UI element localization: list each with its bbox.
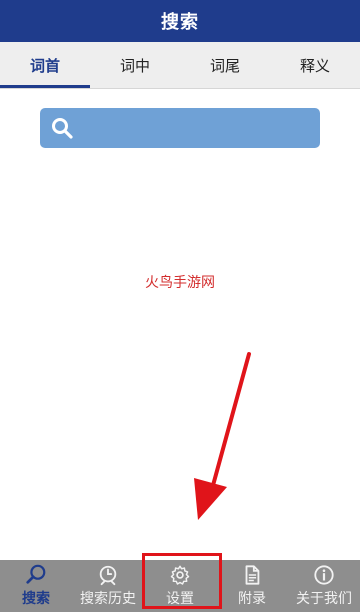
- tab-suffix[interactable]: 词尾: [180, 42, 270, 88]
- nav-about-label: 关于我们: [296, 591, 352, 607]
- nav-settings-label: 设置: [166, 591, 194, 607]
- search-input[interactable]: [74, 107, 320, 149]
- tab-definition[interactable]: 释义: [270, 42, 360, 88]
- nav-appendix-label: 附录: [238, 591, 266, 607]
- page-title: 搜索: [161, 12, 199, 33]
- info-icon: [314, 565, 334, 585]
- search-icon: [52, 118, 73, 139]
- search-bar[interactable]: [40, 107, 320, 149]
- bottom-nav: 搜索 搜索历史 设置 附录 关于我们: [0, 560, 360, 612]
- app-header: 搜索: [0, 0, 360, 42]
- nav-search-label: 搜索: [22, 591, 50, 607]
- annotation-arrow: [194, 352, 251, 520]
- tab-infix[interactable]: 词中: [90, 42, 180, 88]
- nav-search[interactable]: 搜索: [0, 560, 72, 612]
- gear-icon: [170, 565, 190, 585]
- tab-bar: 词首 词中 词尾 释义: [0, 42, 360, 89]
- nav-history[interactable]: 搜索历史: [72, 560, 144, 612]
- history-icon: [99, 565, 117, 586]
- nav-history-label: 搜索历史: [80, 591, 136, 607]
- tab-prefix[interactable]: 词首: [0, 42, 90, 88]
- nav-settings[interactable]: 设置: [144, 560, 216, 612]
- search-icon: [26, 564, 46, 584]
- watermark-text: 火鸟手游网: [145, 275, 215, 291]
- nav-about[interactable]: 关于我们: [288, 560, 360, 612]
- nav-appendix[interactable]: 附录: [216, 560, 288, 612]
- document-icon: [245, 565, 260, 585]
